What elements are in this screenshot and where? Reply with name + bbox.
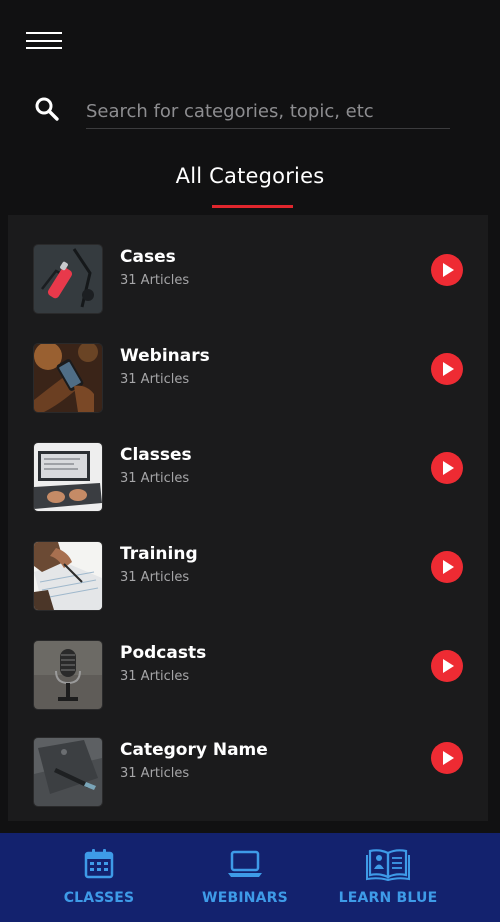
- category-item-podcasts[interactable]: Podcasts 31 Articles: [8, 641, 488, 713]
- category-item-category-name[interactable]: Category Name 31 Articles: [8, 738, 488, 810]
- category-title: Webinars: [120, 346, 210, 366]
- categories-list: Cases 31 Articles Webinars 31 Articles C…: [8, 215, 488, 821]
- category-item-training[interactable]: Training 31 Articles: [8, 542, 488, 614]
- bottom-navigation: CLASSES WEBINARS LEARN BLUE: [0, 833, 500, 922]
- nav-label: CLASSES: [63, 890, 135, 906]
- category-title: Cases: [120, 247, 176, 267]
- training-thumbnail: [34, 542, 102, 610]
- category-article-count: 31 Articles: [120, 669, 190, 684]
- play-arrow-icon[interactable]: [431, 353, 463, 385]
- category-title: Training: [120, 544, 198, 564]
- play-arrow-icon[interactable]: [431, 254, 463, 286]
- category-article-count: 31 Articles: [120, 273, 190, 288]
- nav-label: WEBINARS: [202, 890, 288, 906]
- play-arrow-icon[interactable]: [431, 742, 463, 774]
- search-input[interactable]: [86, 94, 450, 129]
- nav-learn-blue[interactable]: LEARN BLUE: [318, 833, 458, 922]
- webinars-thumbnail: [34, 344, 102, 412]
- cases-thumbnail: [34, 245, 102, 313]
- title-underline: [212, 205, 293, 208]
- search-icon[interactable]: [34, 96, 60, 122]
- category-article-count: 31 Articles: [120, 372, 190, 387]
- category-title: Category Name: [120, 740, 268, 760]
- category-article-count: 31 Articles: [120, 471, 190, 486]
- play-arrow-icon[interactable]: [431, 650, 463, 682]
- play-arrow-icon[interactable]: [431, 452, 463, 484]
- category-article-count: 31 Articles: [120, 766, 190, 781]
- category-item-cases[interactable]: Cases 31 Articles: [8, 245, 488, 317]
- nav-classes[interactable]: CLASSES: [29, 833, 169, 922]
- hamburger-menu-icon[interactable]: [26, 32, 62, 50]
- category-title: Classes: [120, 445, 192, 465]
- category-title: Podcasts: [120, 643, 207, 663]
- podcasts-thumbnail: [34, 641, 102, 709]
- calendar-icon: [84, 849, 114, 879]
- play-arrow-icon[interactable]: [431, 551, 463, 583]
- book-icon: [366, 849, 410, 881]
- category-item-webinars[interactable]: Webinars 31 Articles: [8, 344, 488, 416]
- search-bar: [34, 94, 452, 136]
- page-title: All Categories: [175, 164, 325, 188]
- laptop-icon: [228, 850, 262, 877]
- nav-webinars[interactable]: WEBINARS: [175, 833, 315, 922]
- category-article-count: 31 Articles: [120, 570, 190, 585]
- category-item-classes[interactable]: Classes 31 Articles: [8, 443, 488, 515]
- category-thumbnail: [34, 738, 102, 806]
- nav-label: LEARN BLUE: [338, 890, 438, 906]
- app-screen: All Categories Cases 31 Articles: [0, 0, 500, 922]
- classes-thumbnail: [34, 443, 102, 511]
